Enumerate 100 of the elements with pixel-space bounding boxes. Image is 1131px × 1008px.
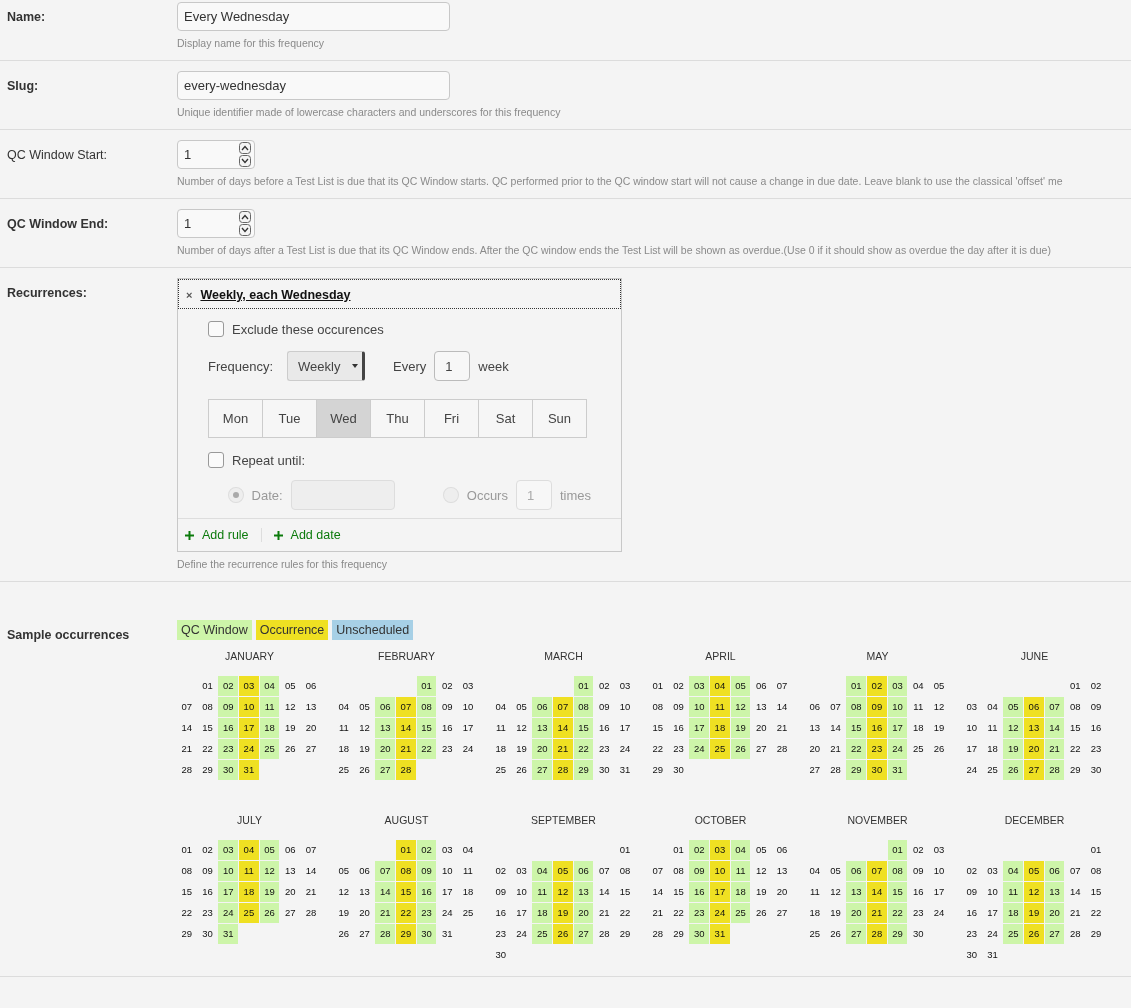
calendar-day: 30: [218, 760, 239, 780]
calendar-day: 26: [751, 903, 772, 923]
weekday-toggle[interactable]: Sat: [479, 399, 533, 438]
calendar-day: 13: [280, 861, 301, 881]
interval-field[interactable]: 1: [434, 351, 471, 381]
calendar-day: 17: [458, 718, 478, 738]
calendar-day: 11: [491, 718, 511, 738]
calendar-day: 18: [334, 739, 354, 759]
calendar-day: 05: [825, 861, 846, 881]
calendar-day: 23: [197, 903, 218, 923]
calendar-day: 27: [354, 924, 375, 944]
weekday-toggle[interactable]: Fri: [425, 399, 479, 438]
calendar-day: 05: [1024, 861, 1044, 881]
calendar-day: 10: [962, 718, 982, 738]
calendar-day: 14: [396, 718, 416, 738]
weekday-toggle[interactable]: Wed: [317, 399, 371, 438]
spinner-arrows-icon[interactable]: [239, 142, 251, 167]
calendar-day: 10: [458, 697, 478, 717]
calendar-day: 03: [458, 676, 478, 696]
calendar-day: 13: [375, 718, 396, 738]
calendar-day: 17: [615, 718, 635, 738]
calendar-day: 24: [239, 739, 259, 759]
help-text: Display name for this frequency: [177, 37, 326, 50]
calendar-day: 02: [867, 676, 887, 696]
calendar-day: 02: [908, 840, 929, 860]
calendar-day: 03: [615, 676, 635, 696]
calendar-day: 29: [846, 760, 867, 780]
calendar-day: 24: [710, 903, 730, 923]
add-link[interactable]: Add rule: [185, 528, 261, 542]
calendar-day: 07: [301, 840, 321, 860]
calendar-day: 08: [396, 861, 416, 881]
calendar-day: 19: [1003, 739, 1024, 759]
calendar-day: 16: [908, 882, 929, 902]
calendar-day: 12: [511, 718, 532, 738]
calendar-day: 29: [177, 924, 197, 944]
calendar-day: 16: [668, 718, 689, 738]
field-label: Recurrences:: [7, 285, 88, 302]
calendar-day: 01: [396, 840, 416, 860]
calendar-day: 22: [1086, 903, 1106, 923]
calendar-day: 05: [511, 697, 532, 717]
calendar-day: 14: [648, 882, 668, 902]
calendar-day: 20: [805, 739, 825, 759]
calendar-day: 04: [908, 676, 929, 696]
calendar-day: 04: [259, 676, 280, 696]
calendar-day: 23: [594, 739, 615, 759]
calendar-day: 06: [1024, 697, 1044, 717]
calendar-day: 16: [1086, 718, 1106, 738]
calendar-day: 30: [689, 924, 710, 944]
calendar-day: 09: [197, 861, 218, 881]
calendar-day: 23: [689, 903, 710, 923]
calendar-day: 25: [982, 760, 1003, 780]
month-title: APRIL: [704, 650, 737, 662]
calendar-day: 22: [1065, 739, 1086, 759]
calendar-day: 18: [1003, 903, 1024, 923]
calendar-day: 29: [615, 924, 635, 944]
calendar-day: 25: [239, 903, 259, 923]
calendar-day: 20: [354, 903, 375, 923]
calendar-day: 08: [648, 697, 668, 717]
calendar-day: 26: [825, 924, 846, 944]
legend-tag: Unscheduled: [332, 620, 414, 640]
calendar-day: 27: [846, 924, 867, 944]
plus-icon: [185, 530, 194, 540]
calendar-day: 07: [553, 697, 573, 717]
calendar-day: 02: [1086, 676, 1106, 696]
frequency-select[interactable]: Weekly: [287, 351, 366, 381]
calendar-day: 24: [615, 739, 635, 759]
occurs-label: Occurs: [466, 487, 508, 503]
calendar-day: 24: [982, 924, 1003, 944]
weekday-toggle[interactable]: Thu: [371, 399, 425, 438]
checkbox[interactable]: [208, 452, 224, 468]
calendar-day: 19: [280, 718, 301, 738]
field-label: QC Window Start:: [7, 147, 109, 164]
calendar-day: 08: [197, 697, 218, 717]
text-input[interactable]: every-wednesday: [177, 71, 450, 100]
calendar-day: 17: [218, 882, 239, 902]
weekday-toggle[interactable]: Sun: [533, 399, 587, 438]
calendar-day: 22: [668, 903, 689, 923]
calendar-day: 15: [648, 718, 668, 738]
calendar-day: 03: [511, 861, 532, 881]
spinner-arrows-icon[interactable]: [239, 211, 251, 236]
calendar-day: 15: [177, 882, 197, 902]
calendar-day: 07: [648, 861, 668, 881]
plus-icon: [273, 530, 283, 540]
checkbox[interactable]: [208, 321, 224, 337]
text-input[interactable]: Every Wednesday: [177, 2, 450, 31]
calendar-day: 28: [594, 924, 615, 944]
remove-button[interactable]: ×: [186, 289, 193, 301]
rule-title-link[interactable]: Weekly, each Wednesday: [200, 288, 351, 302]
field-label: Slug:: [7, 78, 40, 95]
calendar-day: 31: [710, 924, 730, 944]
calendar-day: 26: [511, 760, 532, 780]
calendar-day: 05: [553, 861, 573, 881]
weekday-toggle[interactable]: Tue: [263, 399, 317, 438]
calendar-day: 13: [573, 882, 594, 902]
calendar-day: 30: [416, 924, 437, 944]
add-link[interactable]: Add date: [260, 528, 353, 542]
calendar-day: 29: [573, 760, 594, 780]
calendar-day: 17: [511, 903, 532, 923]
calendar-day: 17: [437, 882, 458, 902]
weekday-toggle[interactable]: Mon: [209, 399, 263, 438]
